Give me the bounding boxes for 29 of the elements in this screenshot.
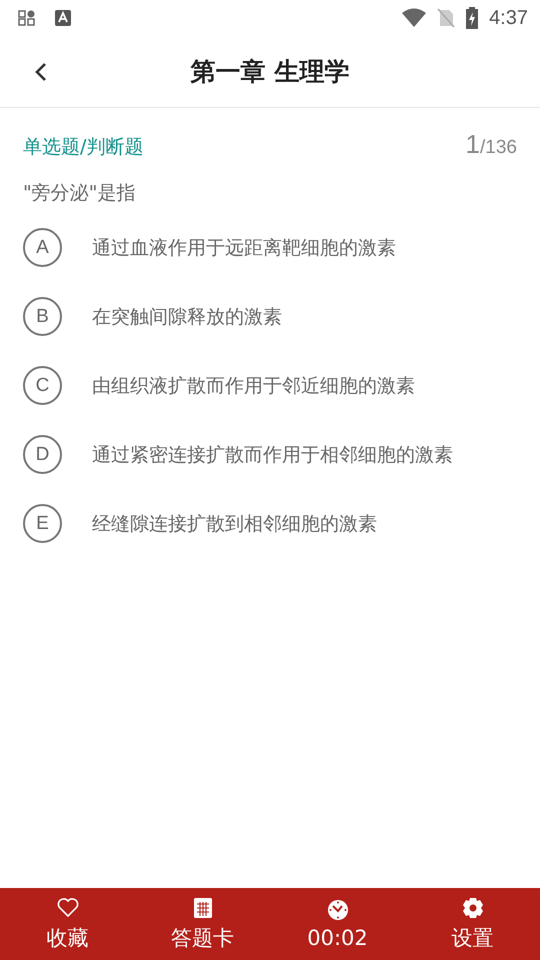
option-text[interactable]: 在突触间隙释放的激素 — [92, 304, 282, 330]
question-type: 单选题/判断题 — [23, 135, 144, 160]
back-icon[interactable] — [34, 61, 48, 83]
option-letter[interactable]: E — [23, 504, 62, 543]
battery-charging-icon — [465, 7, 480, 29]
current-number: 1 — [466, 129, 480, 160]
page-title: 第一章 生理学 — [190, 56, 350, 88]
no-sim-icon — [437, 8, 456, 28]
font-icon — [54, 9, 72, 27]
option-letter[interactable]: C — [23, 366, 62, 405]
option-letter[interactable]: D — [23, 435, 62, 474]
option-text[interactable]: 通过紧密连接扩散而作用于相邻细胞的激素 — [92, 442, 453, 468]
clock-time: 4:37 — [489, 6, 528, 30]
wifi-icon — [401, 8, 428, 28]
question-text: "旁分泌"是指 — [23, 181, 136, 206]
option-letter[interactable]: A — [23, 228, 62, 267]
total-count: /136 — [480, 137, 517, 159]
tab-label[interactable]: 设置 — [452, 924, 494, 952]
option-letter[interactable]: B — [23, 297, 62, 336]
tab-label[interactable]: 答题卡 — [171, 924, 234, 952]
tab-label[interactable]: 00:02 — [307, 926, 368, 950]
tab-label[interactable]: 收藏 — [46, 924, 88, 952]
option-text[interactable]: 由组织液扩散而作用于邻近细胞的激素 — [92, 372, 415, 398]
option-text[interactable]: 通过血液作用于远距离靶细胞的激素 — [92, 234, 396, 260]
heart-icon[interactable] — [56, 896, 80, 920]
settings-icon[interactable] — [460, 896, 484, 920]
clock-icon[interactable] — [326, 898, 350, 922]
option-text[interactable]: 经缝隙连接扩散到相邻细胞的激素 — [92, 510, 377, 536]
apps-icon — [18, 9, 36, 27]
